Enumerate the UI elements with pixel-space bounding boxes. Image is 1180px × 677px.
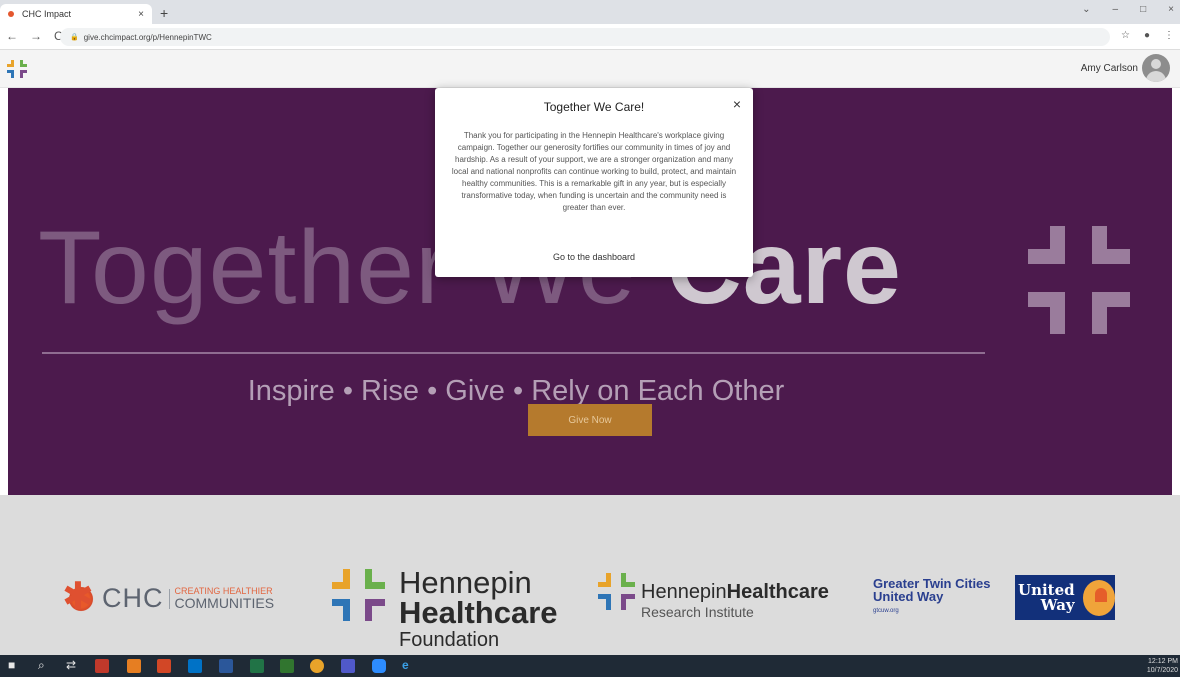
avatar <box>1142 54 1170 82</box>
window-controls: ⌄ – □ × <box>1082 4 1174 15</box>
chc-name: CHC <box>102 583 164 613</box>
user-name: Amy Carlson <box>1080 62 1138 74</box>
tab-title: CHC Impact <box>22 9 72 19</box>
browser-tab-bar: CHC Impact × + ⌄ – □ × <box>0 0 1180 24</box>
task-view-icon[interactable]: ⇄ <box>66 658 76 672</box>
hf-line2: Healthcare <box>399 595 558 630</box>
hri-title: HennepinHealthcare <box>641 581 829 604</box>
chc-subtitle: CREATING HEALTHIER COMMUNITIES <box>174 587 275 611</box>
hennepin-logo-icon[interactable] <box>7 60 29 78</box>
chc-sub2: COMMUNITIES <box>174 595 275 611</box>
chrome-icon[interactable] <box>310 659 324 673</box>
hennepin-research-mark-icon <box>598 573 635 610</box>
system-clock[interactable]: 12:12 PM 10/7/2020 <box>1147 657 1178 675</box>
gtcuw-url: gtcuw.org <box>873 608 899 614</box>
edge-icon[interactable]: e <box>402 658 409 672</box>
toolbar-actions: ☆ ● ⋮ <box>1121 30 1174 41</box>
clock-time: 12:12 PM <box>1148 658 1178 665</box>
bookmark-star-icon[interactable]: ☆ <box>1121 30 1130 41</box>
hri-title-part2: Healthcare <box>726 581 829 603</box>
welcome-modal: Together We Care! × Thank you for partic… <box>435 88 753 277</box>
word-icon[interactable] <box>219 659 233 673</box>
url-text: give.chcimpact.org/p/HennepinTWC <box>83 32 212 42</box>
tab-close-icon[interactable]: × <box>138 9 144 20</box>
hennepin-foundation-mark-icon <box>332 569 385 621</box>
hero-divider <box>42 352 985 354</box>
united-way-emblem-icon <box>1082 579 1115 616</box>
taskbar: ■ ⌕ ⇄ e 12:12 PM 10/7/2020 <box>0 655 1180 677</box>
photos-icon[interactable] <box>127 659 141 673</box>
address-toolbar: ← → C 🔒 give.chcimpact.org/p/HennepinTWC… <box>0 24 1180 50</box>
acrobat-icon[interactable] <box>95 659 109 673</box>
app-header: Amy Carlson <box>0 50 1180 88</box>
gtcuw-line2: United Way <box>873 589 944 604</box>
powerpoint-icon[interactable] <box>157 659 171 673</box>
search-icon[interactable]: ⌕ <box>38 658 45 672</box>
lock-icon: 🔒 <box>70 34 79 41</box>
profile-icon[interactable]: ● <box>1144 30 1150 41</box>
maximize-button[interactable]: □ <box>1140 4 1146 15</box>
give-now-button[interactable]: Give Now <box>528 404 652 436</box>
new-tab-button[interactable]: + <box>160 5 168 21</box>
browser-tab[interactable]: CHC Impact × <box>0 4 152 24</box>
url-bar[interactable]: 🔒 give.chcimpact.org/p/HennepinTWC <box>60 28 1110 46</box>
modal-body-text: Thank you for participating in the Henne… <box>451 131 737 212</box>
uw-wordmark: United Way <box>1018 583 1075 614</box>
modal-close-icon[interactable]: × <box>733 96 741 112</box>
start-icon[interactable]: ■ <box>8 658 15 672</box>
chc-separator <box>168 588 170 609</box>
forward-button[interactable]: → <box>30 29 42 43</box>
user-menu[interactable]: Amy Carlson <box>1081 54 1170 82</box>
sponsor-logos: CHC CREATING HEALTHIER COMMUNITIES Henne… <box>0 495 1180 655</box>
gtcuw-logo: Greater Twin Cities United Way gtcuw.org <box>873 577 991 614</box>
hf-line3: Foundation <box>399 629 500 651</box>
modal-title: Together We Care! <box>543 100 645 114</box>
teams-icon[interactable] <box>341 659 355 673</box>
uw-line2: Way <box>1040 595 1075 614</box>
hero-tagline: Inspire • Rise • Give • Rely on Each Oth… <box>247 375 785 407</box>
clock-date: 10/7/2020 <box>1146 667 1178 675</box>
project-icon[interactable] <box>280 659 294 673</box>
nav-buttons: ← → C <box>6 29 63 43</box>
browser-menu-icon[interactable]: ⋮ <box>1164 30 1174 41</box>
back-button[interactable]: ← <box>6 29 18 43</box>
hri-subtitle: Research Institute <box>641 604 754 620</box>
tab-search-icon[interactable]: ⌄ <box>1082 4 1090 15</box>
chc-logo: CHC CREATING HEALTHIER COMMUNITIES <box>62 574 275 619</box>
close-window-button[interactable]: × <box>1168 4 1174 15</box>
hennepin-mark-icon <box>1028 226 1130 334</box>
united-way-logo: United Way <box>1015 575 1115 620</box>
dashboard-link[interactable]: Go to the dashboard <box>435 252 753 262</box>
minimize-button[interactable]: – <box>1113 4 1119 15</box>
excel-icon[interactable] <box>250 659 264 673</box>
chc-sun-icon <box>62 574 96 619</box>
outlook-icon[interactable] <box>188 659 202 673</box>
zoom-icon[interactable] <box>372 659 386 673</box>
favicon-icon <box>8 11 14 17</box>
hri-title-part1: Hennepin <box>641 581 727 603</box>
